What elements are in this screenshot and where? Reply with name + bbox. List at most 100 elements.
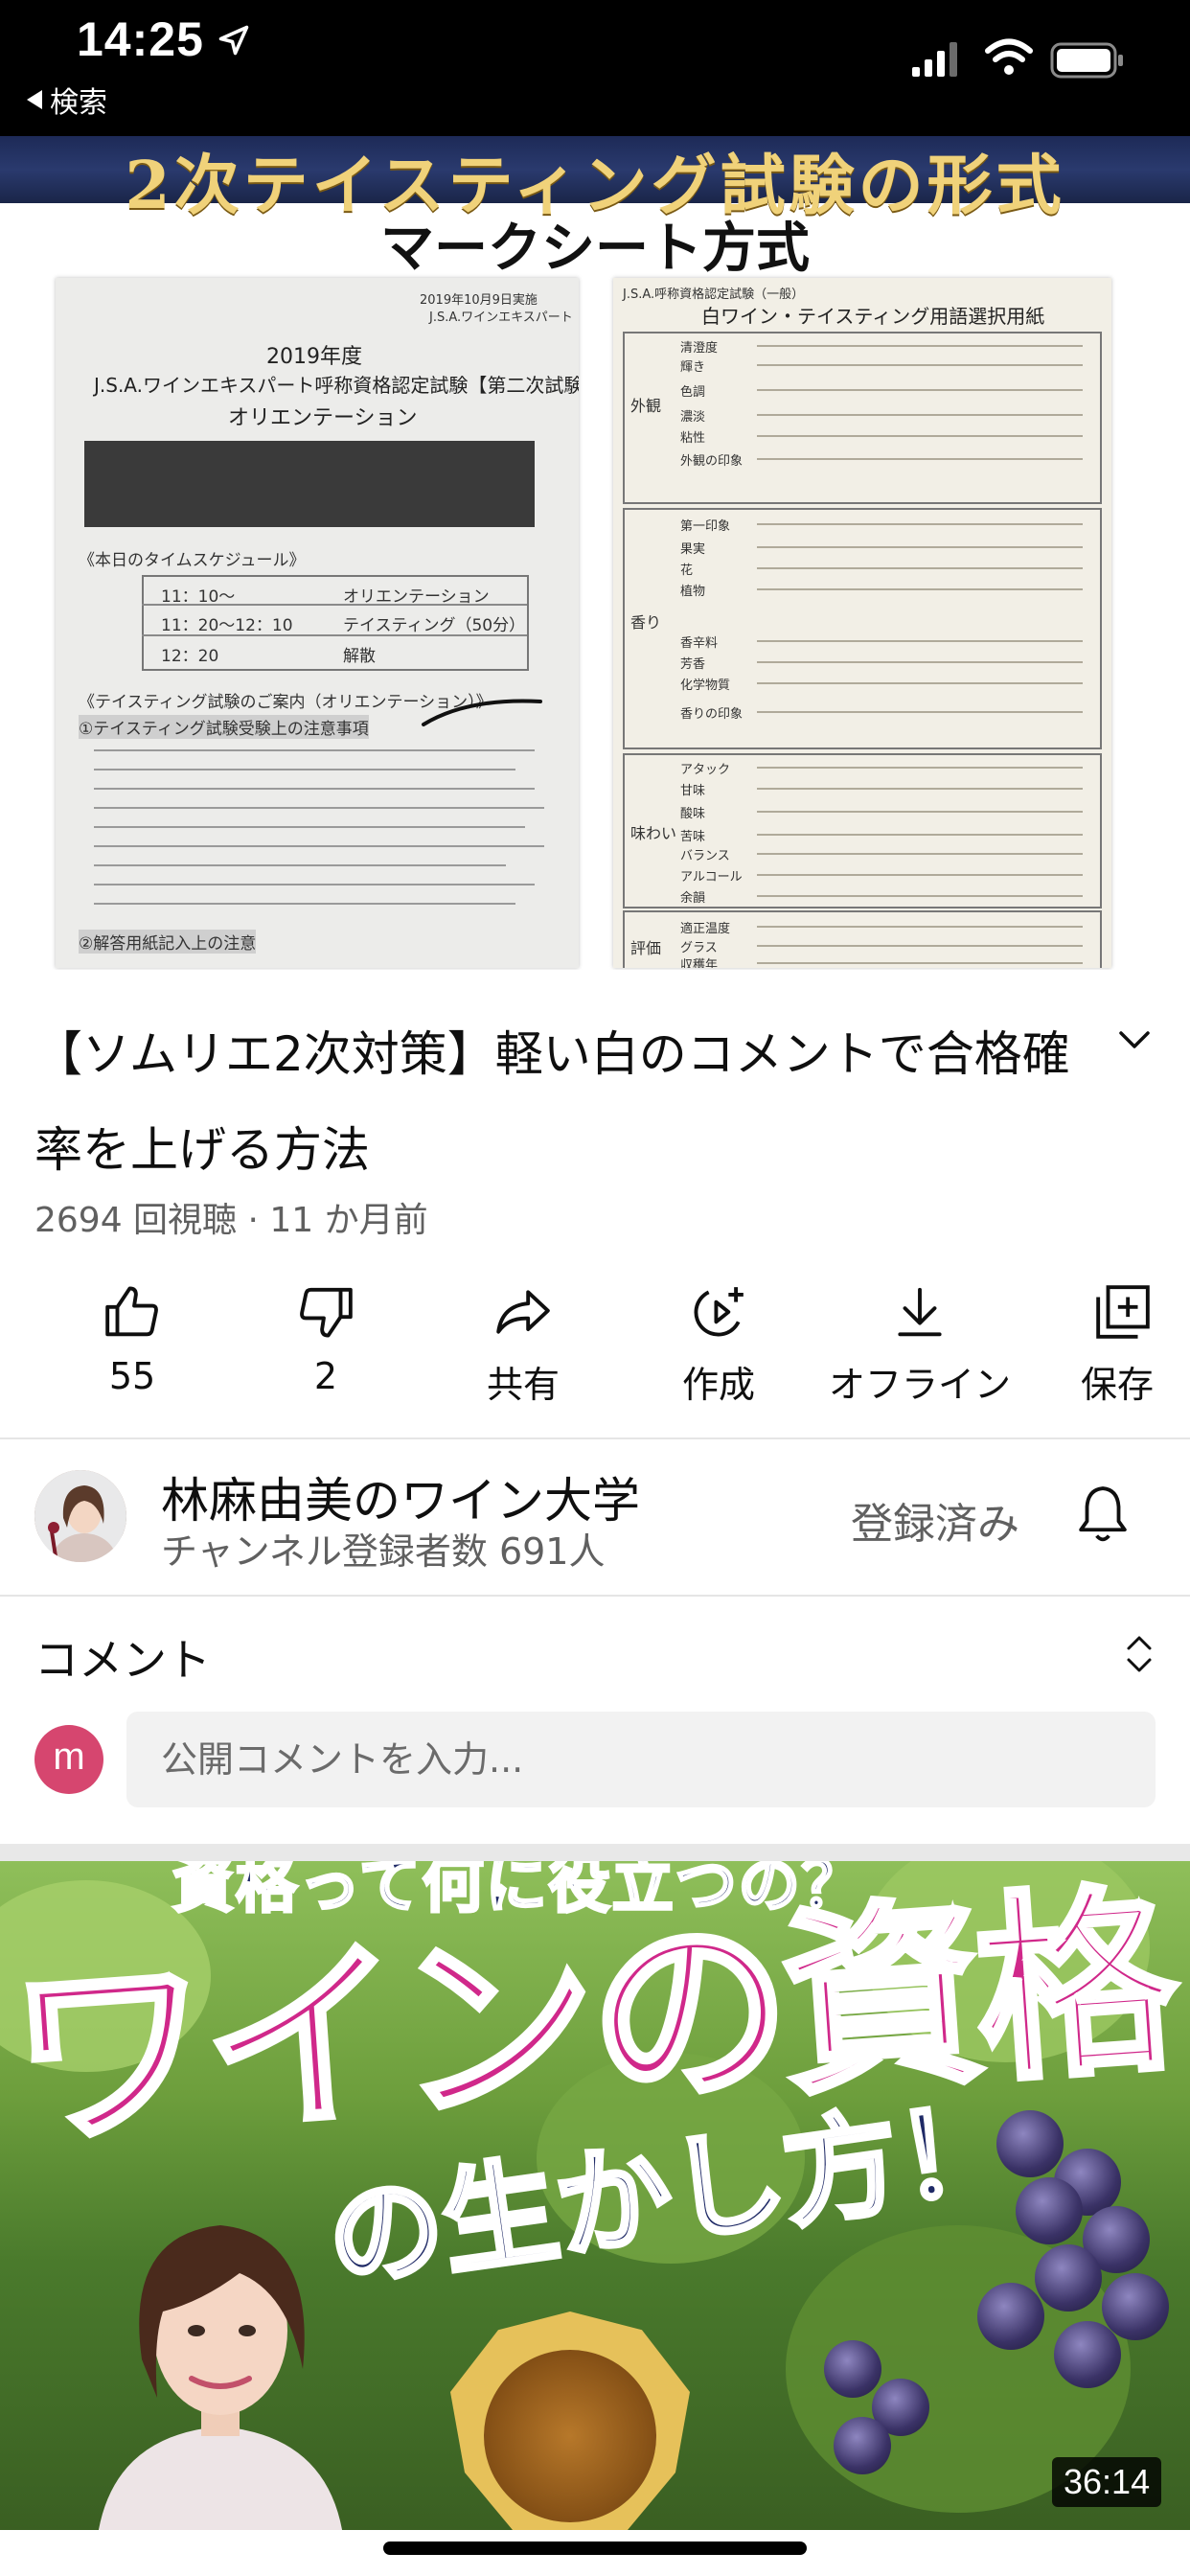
sheet-row-label: 花 — [680, 564, 694, 578]
share-icon — [496, 1290, 550, 1334]
doc-answer-heading: ②解答用紙記入上の注意 — [79, 930, 257, 954]
doc-schedule-time: 12：20 — [161, 647, 219, 666]
offline-button[interactable]: オフライン — [824, 1275, 1016, 1418]
chevron-down-icon[interactable] — [1117, 1027, 1152, 1052]
share-label: 共有 — [486, 1364, 560, 1406]
share-button[interactable]: 共有 — [427, 1275, 619, 1418]
doc-text-line — [94, 845, 544, 847]
comment-box[interactable] — [126, 1712, 1156, 1807]
sheet-row-fill — [757, 926, 1083, 928]
doc-schedule-item: オリエンテーション — [343, 587, 490, 607]
status-bar: 14:25 検索 — [0, 0, 1190, 136]
sheet-row-label: 甘味 — [680, 784, 706, 798]
doc-org: J.S.A.ワインエキスパート — [429, 310, 573, 325]
grape-decoration — [977, 2283, 1044, 2350]
doc-text-line — [94, 769, 515, 770]
battery-icon — [1050, 42, 1123, 79]
sheet-row-label: 芳香 — [680, 657, 706, 672]
sheet-row-fill — [757, 895, 1083, 897]
user-avatar: m — [34, 1725, 103, 1794]
doc-schedule-time: 11：10～ — [161, 587, 236, 607]
back-to-search-link[interactable]: 検索 — [27, 79, 107, 121]
doc-text-line — [94, 788, 535, 790]
sheet-row-fill — [757, 414, 1083, 416]
offline-label: オフライン — [828, 1364, 1011, 1406]
sheet-row-label: 清澄度 — [680, 341, 719, 356]
subscribed-button[interactable]: 登録済み — [851, 1489, 1019, 1551]
next-video-thumbnail[interactable]: 資格って何に役立つの？ ワインの資格 の生かし方！ — [0, 1861, 1190, 2530]
cellular-signal-icon — [912, 42, 957, 77]
doc-schedule-item: 解散 — [343, 647, 376, 666]
sheet-row-label: 輝き — [680, 360, 706, 375]
doc-schedule-heading: 《本日のタイムスケジュール》 — [79, 551, 306, 570]
section-separator — [0, 1844, 1190, 1861]
sheet-row-fill — [757, 661, 1083, 663]
sheet-row-label: 第一印象 — [680, 519, 731, 534]
sheet-row-label: 適正温度 — [680, 922, 731, 936]
dislike-button[interactable]: 2 — [230, 1275, 422, 1418]
sheet-row-fill — [757, 945, 1083, 947]
video-title[interactable]: 【ソムリエ2次対策】軽い白のコメントで合格確率を上げる方法 — [34, 1006, 1088, 1198]
doc-text-line — [94, 826, 525, 828]
dislike-icon — [300, 1287, 353, 1338]
save-button[interactable]: 保存 — [1027, 1275, 1190, 1418]
like-button[interactable]: 55 — [36, 1275, 228, 1418]
grape-decoration — [824, 2340, 881, 2398]
sheet-title: 白ワイン・テイスティング用語選択用紙 — [701, 305, 1045, 328]
sheet-row-label: 苦味 — [680, 830, 706, 844]
like-count: 55 — [108, 1355, 156, 1397]
doc-text-line — [94, 884, 535, 886]
comment-input[interactable] — [126, 1712, 1156, 1807]
doc-notes-heading: ①テイスティング試験受験上の注意事項 — [79, 715, 369, 739]
channel-avatar-image — [34, 1470, 126, 1562]
doc-text-line — [94, 749, 535, 751]
sheet-row-fill — [757, 458, 1083, 460]
sheet-row-label: 外観の印象 — [680, 454, 744, 469]
sheet-row-fill — [757, 588, 1083, 590]
sheet-row-label: 色調 — [680, 385, 706, 400]
sheet-row-fill — [757, 364, 1083, 366]
sheet-row-label: アタック — [680, 763, 731, 777]
notification-bell-icon[interactable] — [1073, 1484, 1133, 1547]
create-button[interactable]: 作成 — [623, 1275, 814, 1418]
doc-schedule-item: テイスティング（50分） — [343, 616, 526, 635]
sheet-section: 評価 — [630, 939, 662, 957]
like-icon — [105, 1286, 158, 1337]
sheet-row-fill — [757, 788, 1083, 790]
doc-date: 2019年10月9日実施 — [420, 293, 538, 308]
divider — [0, 1595, 1190, 1597]
status-time: 14:25 — [77, 12, 204, 66]
video-player[interactable]: 2次テイスティング試験の形式 マークシート方式 2019年10月9日実施 J.S… — [0, 136, 1190, 970]
sheet-row-fill — [757, 435, 1083, 437]
doc-title: J.S.A.ワインエキスパート呼称資格認定試験【第二次試験】 — [94, 374, 579, 397]
sheet-row-fill — [757, 962, 1083, 964]
doc-text-line — [94, 807, 544, 809]
sheet-row-label: 果実 — [680, 542, 706, 557]
doc-text-line — [94, 903, 515, 905]
grape-decoration — [834, 2417, 891, 2474]
video-meta: 2694 回視聴 · 11 か月前 — [34, 1201, 428, 1240]
video-banner: 2次テイスティング試験の形式 — [0, 136, 1190, 224]
sheet-row-fill — [757, 834, 1083, 836]
comments-title[interactable]: コメント — [34, 1625, 211, 1689]
sheet-row-label: 収穫年 — [680, 958, 719, 968]
presenter-photo — [99, 2225, 342, 2530]
save-label: 保存 — [1081, 1364, 1155, 1406]
grape-decoration — [1102, 2273, 1169, 2340]
sheet-row-label: グラス — [680, 941, 718, 955]
sheet-row-label: バランス — [680, 849, 730, 863]
doc-text-line — [94, 864, 506, 866]
expand-collapse-icon[interactable] — [1123, 1633, 1156, 1675]
sheet-row-label: 濃淡 — [680, 410, 706, 425]
sheet-row-label: 粘性 — [680, 431, 706, 446]
sheet-row-fill — [757, 389, 1083, 391]
sheet-row-fill — [757, 682, 1083, 684]
wifi-icon — [985, 38, 1033, 75]
save-icon — [1096, 1285, 1150, 1339]
grape-emblem — [484, 2350, 656, 2522]
video-subtitle: マークシート方式 — [380, 218, 810, 280]
sheet-row-fill — [757, 711, 1083, 713]
sheet-row-label: アルコール — [680, 870, 743, 885]
create-icon — [694, 1287, 744, 1337]
channel-avatar[interactable] — [34, 1470, 126, 1562]
